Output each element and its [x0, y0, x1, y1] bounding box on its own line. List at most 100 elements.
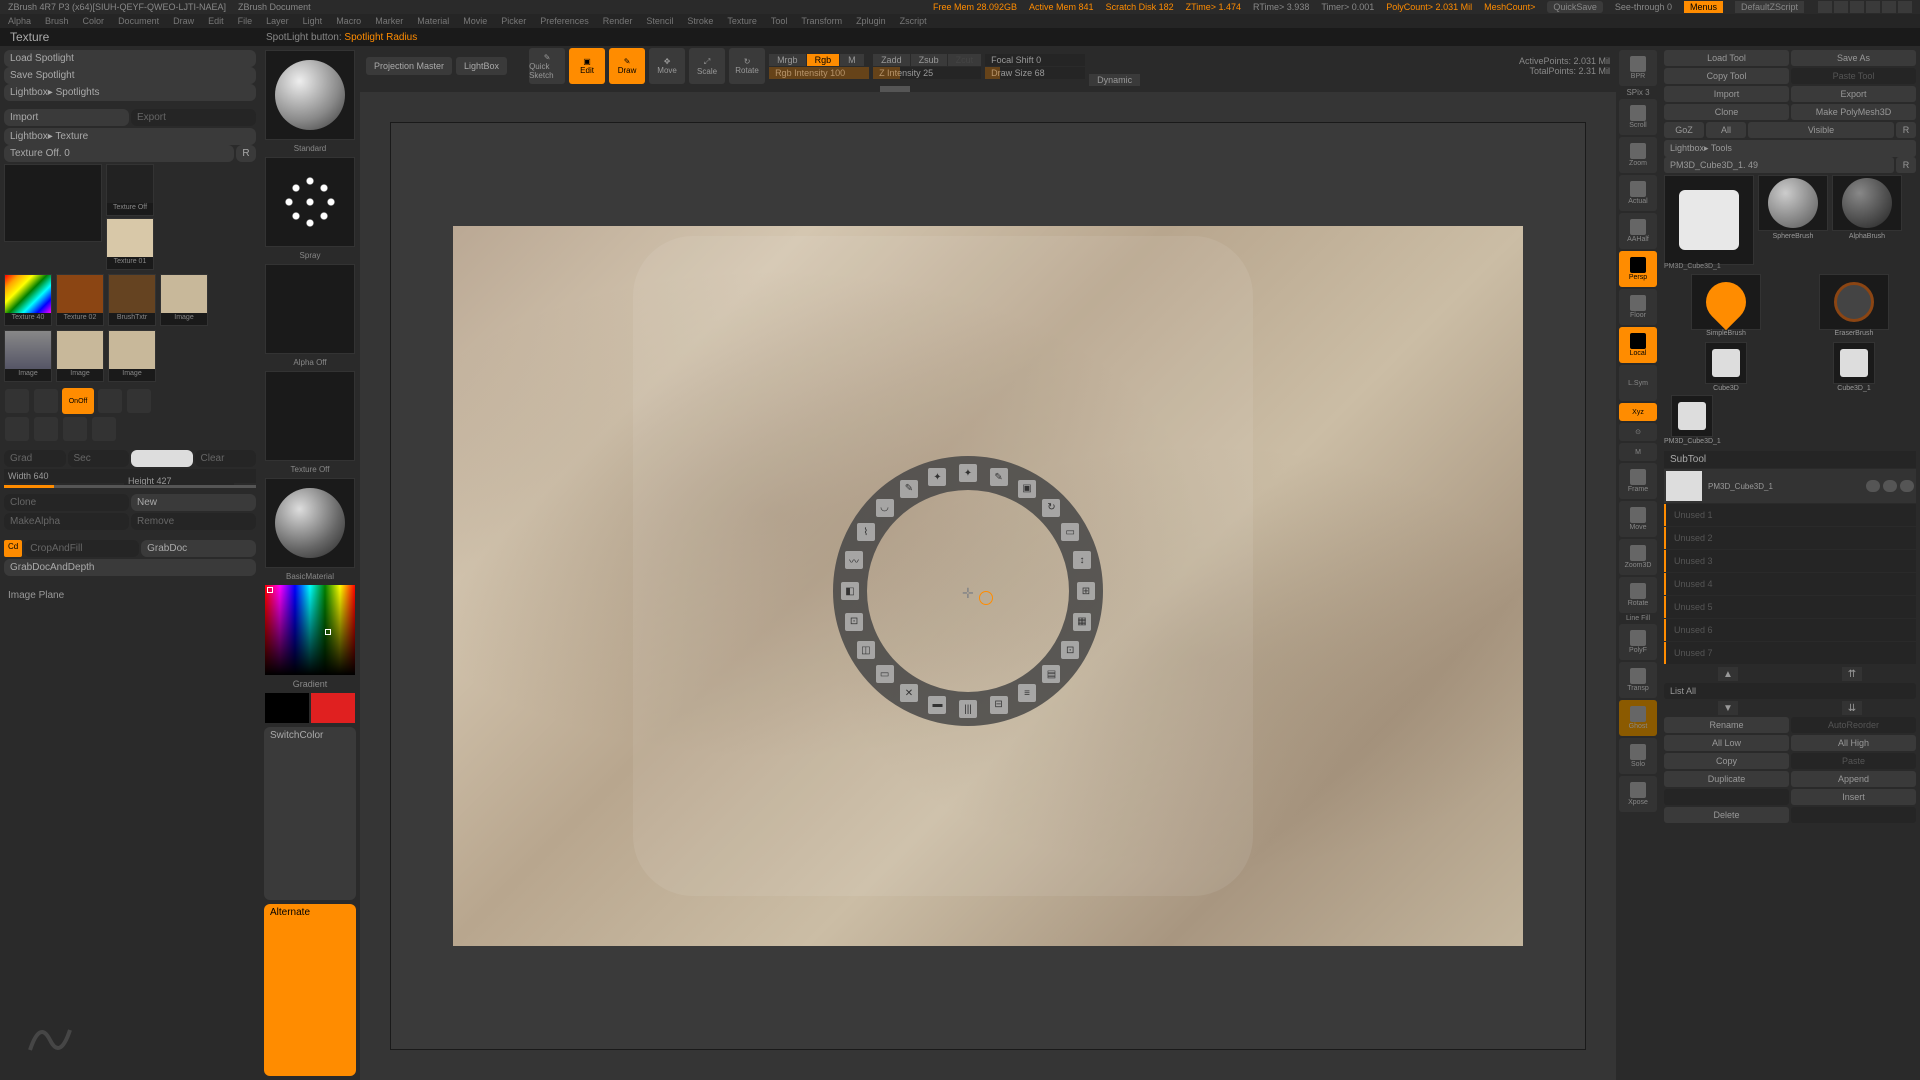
texture-main-slot[interactable] — [4, 164, 102, 242]
bpr-button[interactable]: BPR — [1619, 50, 1657, 86]
texture-slot[interactable]: BrushTxtr — [108, 274, 156, 326]
menu-tool[interactable]: Tool — [771, 16, 788, 26]
tex-tool-6[interactable] — [34, 417, 58, 441]
subtool-header[interactable]: SubTool — [1664, 451, 1916, 468]
spotlight-tool-icon[interactable]: ↕ — [1073, 551, 1091, 569]
spotlight-tool-icon[interactable]: ▤ — [1042, 665, 1060, 683]
spotlight-tool-icon[interactable]: 〰 — [845, 551, 863, 569]
tool-current[interactable] — [1664, 175, 1754, 265]
floor-button[interactable]: Floor — [1619, 289, 1657, 325]
allhigh-button[interactable]: All High — [1791, 735, 1916, 751]
move3d-button[interactable]: Move — [1619, 501, 1657, 537]
export-button[interactable]: Export — [131, 109, 256, 126]
close-icon[interactable] — [1898, 1, 1912, 13]
secondary-color[interactable] — [265, 693, 309, 723]
cropfill-button[interactable]: CropAndFill — [24, 540, 139, 557]
grabdocdepth-button[interactable]: GrabDocAndDepth — [4, 559, 256, 576]
quicksketch-button[interactable]: ✎Quick Sketch — [529, 48, 565, 84]
tex-tool-4[interactable] — [127, 389, 151, 413]
makepoly-button[interactable]: Make PolyMesh3D — [1791, 104, 1916, 120]
spotlight-tool-icon[interactable]: ⌇ — [857, 523, 875, 541]
draw-size-slider[interactable]: Draw Size 68 — [985, 67, 1085, 79]
lightbox-tools-button[interactable]: Lightbox▸ Tools — [1664, 140, 1916, 157]
subtool-slot[interactable]: Unused 5 — [1664, 596, 1916, 618]
subtool-slot[interactable]: Unused 1 — [1664, 504, 1916, 526]
spotlight-tool-icon[interactable]: ✕ — [900, 684, 918, 702]
tool-simple[interactable] — [1691, 274, 1761, 330]
subtool-slot[interactable]: Unused 6 — [1664, 619, 1916, 641]
tool-alpha[interactable] — [1832, 175, 1902, 231]
actual-button[interactable]: Actual — [1619, 175, 1657, 211]
tool-r-button[interactable]: R — [1896, 157, 1916, 173]
focal-shift-slider[interactable]: Focal Shift 0 — [985, 54, 1085, 66]
menu-stencil[interactable]: Stencil — [646, 16, 673, 26]
ghost-button[interactable]: Ghost — [1619, 700, 1657, 736]
goz-visible-button[interactable]: Visible — [1748, 122, 1894, 138]
brush-selector[interactable] — [265, 50, 355, 140]
color-picker[interactable] — [265, 585, 355, 675]
clear-button[interactable]: Clear — [195, 450, 257, 467]
spotlight-tool-icon[interactable]: ✎ — [900, 480, 918, 498]
menu-texture[interactable]: Texture — [727, 16, 757, 26]
tex-tool-2[interactable] — [34, 389, 58, 413]
main-color[interactable] — [131, 450, 193, 467]
menu-zscript[interactable]: Zscript — [900, 16, 927, 26]
cd-badge[interactable]: Cd — [4, 540, 22, 557]
lightbox-texture-button[interactable]: Lightbox▸ Texture — [4, 128, 256, 145]
menu-material[interactable]: Material — [417, 16, 449, 26]
edit-button[interactable]: ▣Edit — [569, 48, 605, 84]
transp-button[interactable]: Transp — [1619, 662, 1657, 698]
lsym-button[interactable]: L.Sym — [1619, 365, 1657, 401]
subtool-slot[interactable]: Unused 3 — [1664, 550, 1916, 572]
m-button[interactable]: M — [1619, 443, 1657, 461]
tex-tool-7[interactable] — [63, 417, 87, 441]
on-off-toggle[interactable]: On Off — [62, 388, 94, 414]
rotate-button[interactable]: ↻Rotate — [729, 48, 765, 84]
texture-slot[interactable]: Texture 02 — [56, 274, 104, 326]
texture-selector[interactable] — [265, 371, 355, 461]
tool-cube1[interactable] — [1833, 342, 1875, 384]
frame-button[interactable]: Frame — [1619, 463, 1657, 499]
zoom-button[interactable]: Zoom — [1619, 137, 1657, 173]
menu-document[interactable]: Document — [118, 16, 159, 26]
menu-transform[interactable]: Transform — [801, 16, 842, 26]
menu-light[interactable]: Light — [303, 16, 323, 26]
window-btn-1[interactable] — [1818, 1, 1832, 13]
spotlight-tool-icon[interactable]: ⊞ — [1077, 582, 1095, 600]
local-button[interactable]: Local — [1619, 327, 1657, 363]
menu-render[interactable]: Render — [603, 16, 633, 26]
move-down-all-icon[interactable]: ⇊ — [1842, 701, 1862, 715]
delete-button[interactable]: Delete — [1664, 807, 1789, 823]
menu-layer[interactable]: Layer — [266, 16, 289, 26]
goz-r-button[interactable]: R — [1896, 122, 1916, 138]
makealpha-button[interactable]: MakeAlpha — [4, 513, 129, 530]
current-tool-label[interactable]: PM3D_Cube3D_1. 49 — [1664, 157, 1894, 173]
z-intensity-slider[interactable]: Z Intensity 25 — [873, 67, 981, 79]
menu-preferences[interactable]: Preferences — [540, 16, 589, 26]
persp-button[interactable]: Persp — [1619, 251, 1657, 287]
texture-slot[interactable]: Image — [108, 330, 156, 382]
insert-button[interactable]: Insert — [1791, 789, 1916, 805]
pf-button[interactable]: ⊙ — [1619, 423, 1657, 441]
spotlight-tool-icon[interactable]: ◫ — [857, 641, 875, 659]
tex-tool-1[interactable] — [5, 389, 29, 413]
menu-file[interactable]: File — [238, 16, 253, 26]
rgb-intensity-slider[interactable]: Rgb Intensity 100 — [769, 67, 869, 79]
goz-all-button[interactable]: All — [1706, 122, 1746, 138]
canvas[interactable]: ✦✎▣↻▭↕⊞▦⊡▤≡⊟|||▬✕▭◫⊡◧〰⌇◡✎✦ ✛ — [360, 92, 1616, 1080]
save-spotlight-button[interactable]: Save Spotlight — [4, 67, 256, 84]
stroke-selector[interactable] — [265, 157, 355, 247]
goz-button[interactable]: GoZ — [1664, 122, 1704, 138]
tex-tool-3[interactable] — [98, 389, 122, 413]
lightbox-button[interactable]: LightBox — [456, 57, 507, 76]
tool-pm3d[interactable] — [1671, 395, 1713, 437]
xpose-button[interactable]: Xpose — [1619, 776, 1657, 812]
alpha-selector[interactable] — [265, 264, 355, 354]
grabdoc-button[interactable]: GrabDoc — [141, 540, 256, 557]
zadd-button[interactable]: Zadd — [873, 54, 910, 66]
texture-slot[interactable]: Image — [160, 274, 208, 326]
window-btn-2[interactable] — [1834, 1, 1848, 13]
spotlight-tool-icon[interactable]: ≡ — [1018, 684, 1036, 702]
subtool-item[interactable]: PM3D_Cube3D_1 — [1664, 469, 1916, 503]
menu-draw[interactable]: Draw — [173, 16, 194, 26]
